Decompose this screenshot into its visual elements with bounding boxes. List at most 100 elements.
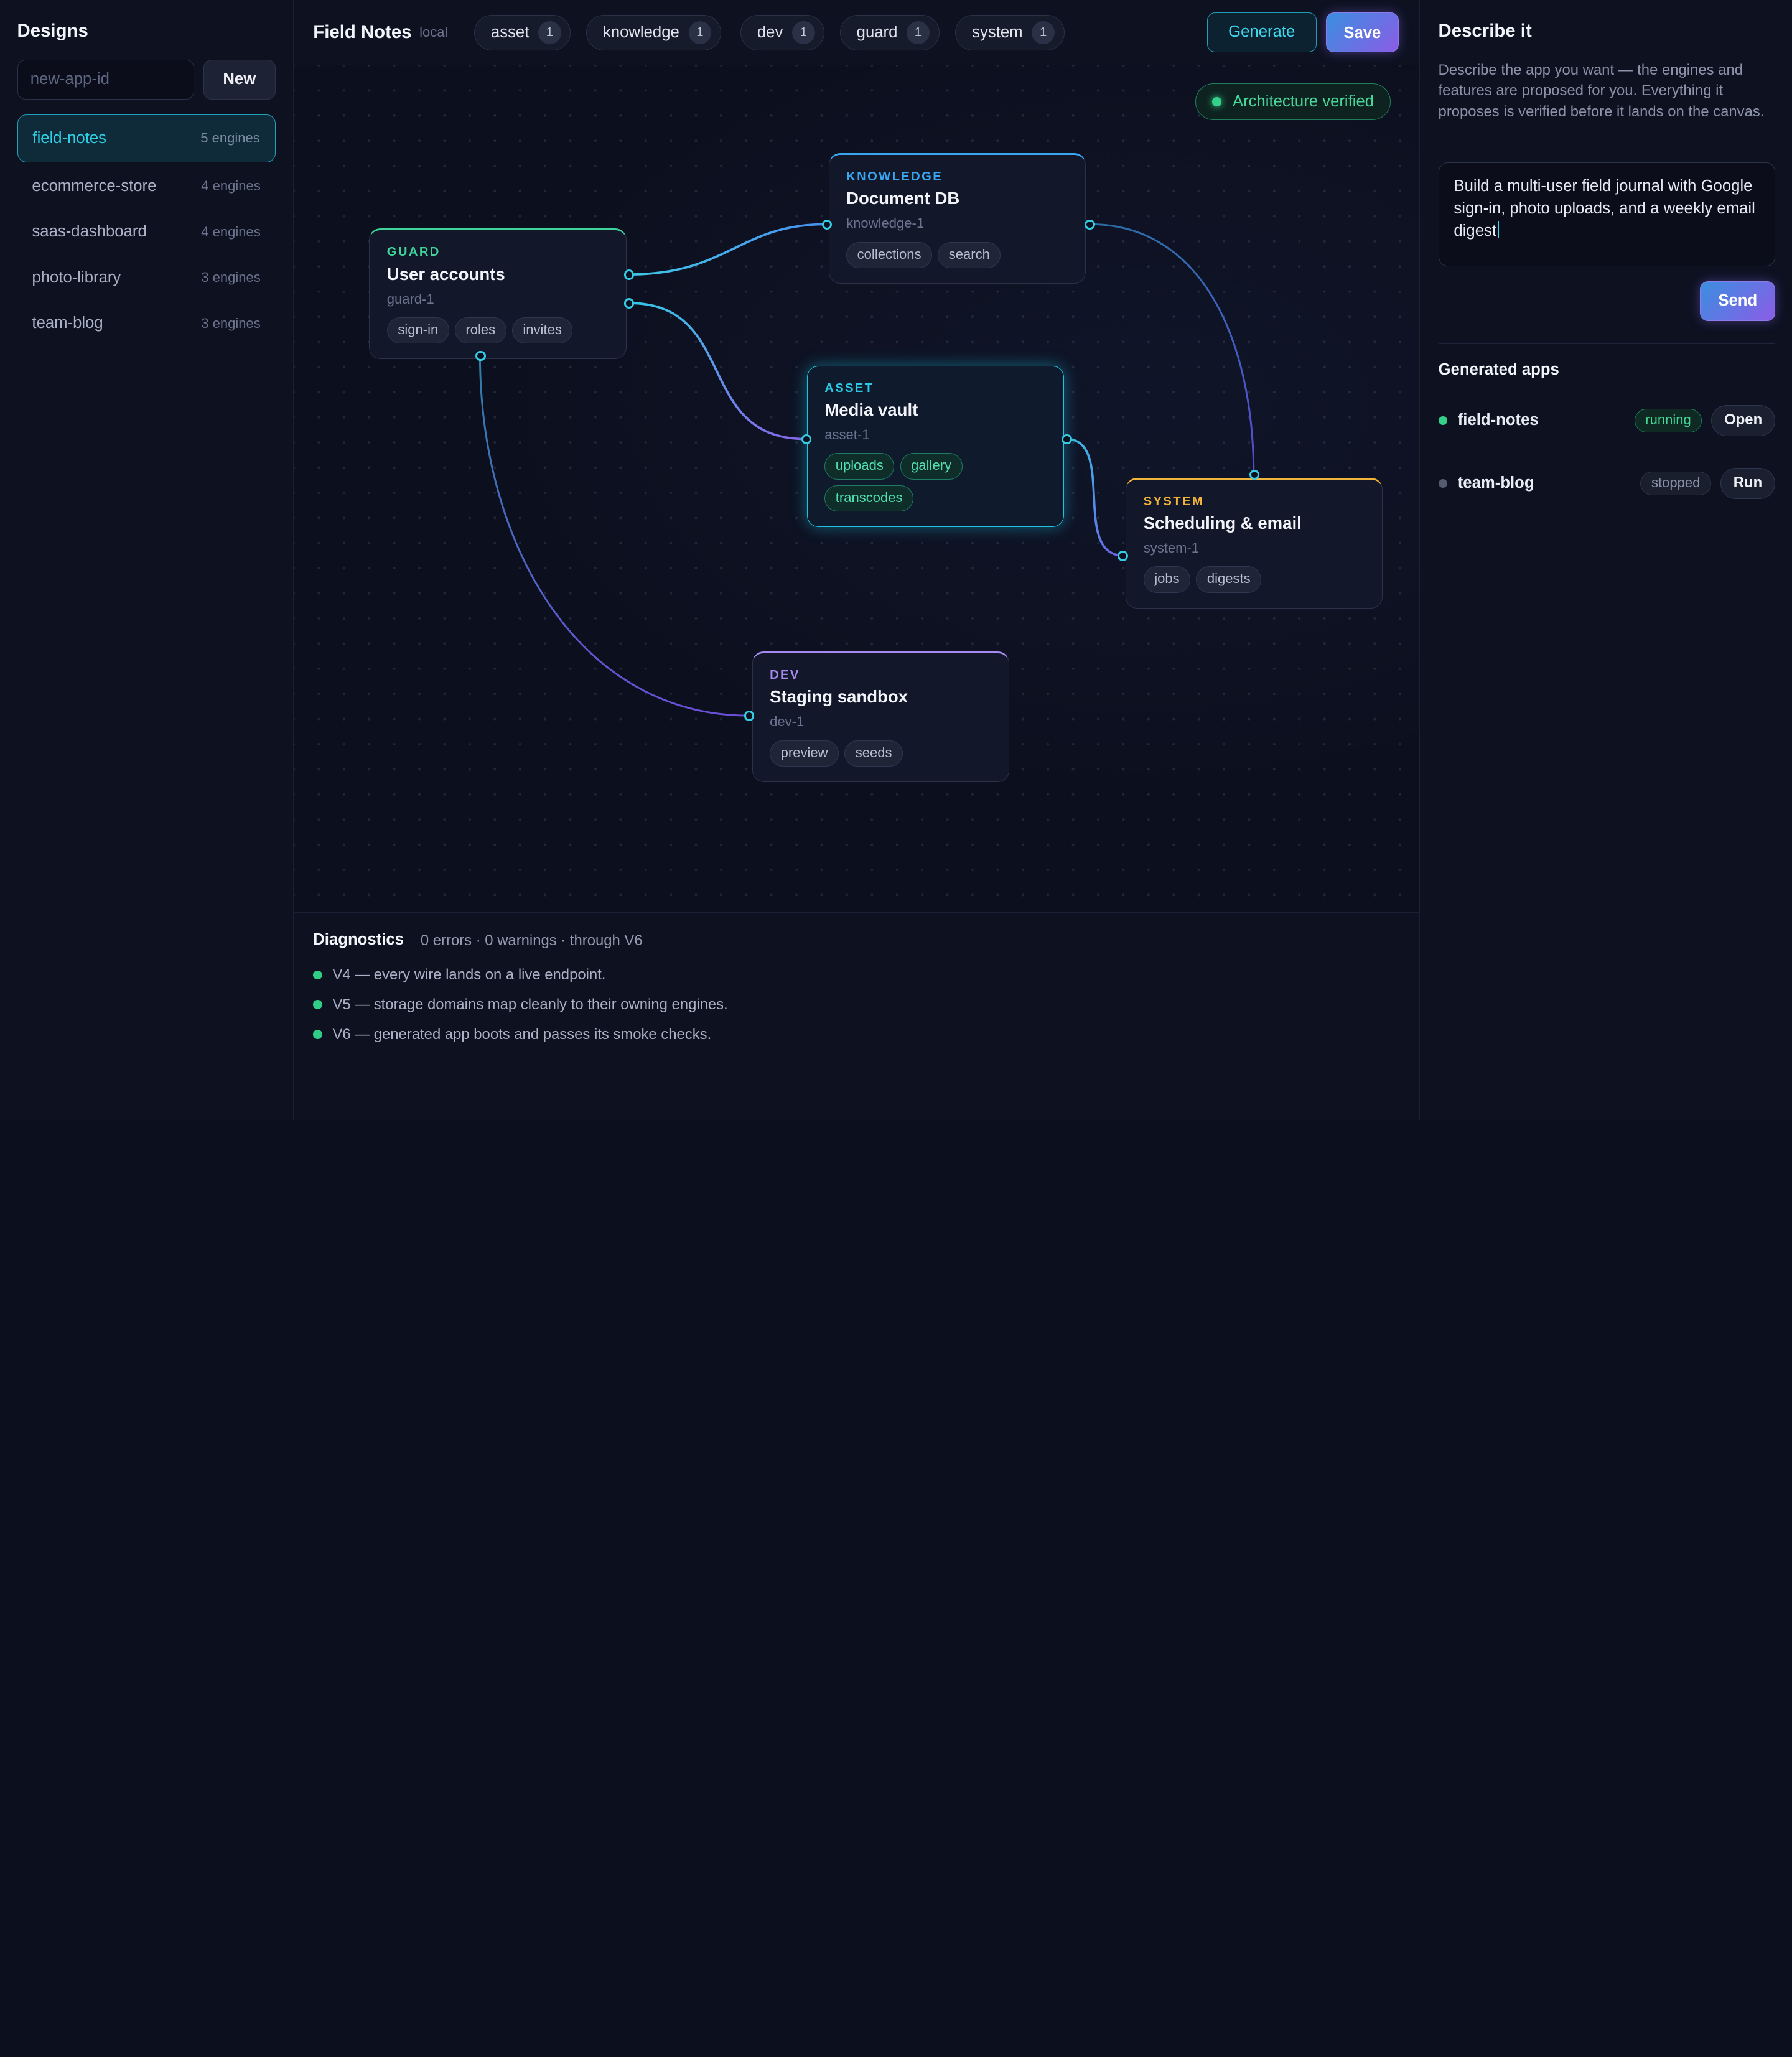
chip-count: 1: [688, 21, 712, 44]
design-item-ecommerce-store[interactable]: ecommerce-store 4 engines: [17, 162, 276, 210]
node-id: dev-1: [770, 714, 805, 730]
node-kind: SYSTEM: [1143, 494, 1205, 508]
run-app-button[interactable]: Run: [1720, 468, 1776, 499]
chip-label: system: [972, 23, 1023, 41]
design-name: field-notes: [32, 129, 107, 147]
engine-node-knowledge[interactable]: KNOWLEDGE Document DB knowledge-1 collec…: [828, 153, 1086, 284]
design-item-team-blog[interactable]: team-blog 3 engines: [17, 299, 276, 347]
pass-status-dot: [313, 1000, 322, 1010]
guard-output-port[interactable]: [623, 298, 635, 309]
feature-tag: collections: [846, 241, 933, 269]
canvas-toolbar: Field Notes local asset 1 knowledge 1 de…: [294, 0, 1420, 65]
system-input-port[interactable]: [1118, 551, 1128, 561]
asset-output-port[interactable]: [1062, 434, 1072, 445]
node-name: Document DB: [846, 189, 960, 208]
new-design-button[interactable]: New: [203, 59, 276, 100]
node-name: Media vault: [824, 399, 918, 419]
design-name: photo-library: [32, 268, 121, 286]
engine-chip-knowledge[interactable]: knowledge 1: [586, 14, 721, 50]
chip-label: guard: [856, 23, 898, 41]
engine-chip-guard[interactable]: guard 1: [839, 14, 940, 50]
feature-tag: jobs: [1143, 566, 1191, 593]
open-app-button[interactable]: Open: [1710, 405, 1776, 436]
feature-tag: digests: [1196, 566, 1262, 593]
node-kind: GUARD: [386, 245, 441, 259]
node-id: guard-1: [386, 291, 434, 307]
diagnostic-text: V4 — every wire lands on a live endpoint…: [332, 966, 606, 983]
stopped-status-dot: [1438, 478, 1448, 488]
guard-output-port[interactable]: [475, 350, 486, 361]
architecture-canvas[interactable]: Architecture verified GUARD User account…: [294, 65, 1420, 912]
diagnostics-title: Diagnostics: [313, 931, 404, 949]
engine-node-dev[interactable]: DEV Staging sandbox dev-1 preview seeds: [752, 651, 1009, 782]
design-engine-count: 4 engines: [201, 178, 261, 194]
diagnostic-text: V6 — generated app boots and passes its …: [332, 1025, 712, 1043]
design-name: team-blog: [32, 314, 103, 332]
diagnostics-panel: Diagnostics 0 errors · 0 warnings · thro…: [294, 912, 1420, 1120]
node-kind: DEV: [770, 668, 800, 682]
design-item-saas-dashboard[interactable]: saas-dashboard 4 engines: [17, 208, 276, 256]
text-caret: [1497, 220, 1499, 238]
design-engine-count: 5 engines: [200, 130, 260, 146]
engine-chip-system[interactable]: system 1: [955, 14, 1065, 50]
prompt-text: Build a multi-user field journal with Go…: [1454, 177, 1755, 240]
chip-count: 1: [1032, 21, 1055, 44]
chip-count: 1: [538, 21, 561, 44]
design-engine-count: 4 engines: [201, 223, 261, 240]
new-app-id-input[interactable]: [17, 59, 195, 100]
running-status-dot: [1438, 416, 1448, 426]
design-name: saas-dashboard: [32, 223, 147, 241]
verified-label: Architecture verified: [1232, 92, 1374, 110]
chip-label: asset: [490, 23, 530, 41]
engine-chip-dev[interactable]: dev 1: [740, 14, 825, 50]
dev-input-port[interactable]: [744, 711, 755, 721]
engine-node-asset[interactable]: ASSET Media vault asset-1 uploads galler…: [806, 365, 1064, 527]
node-features: jobs digests: [1143, 566, 1365, 593]
node-id: asset-1: [824, 426, 870, 442]
node-id: knowledge-1: [846, 215, 925, 231]
generated-app-name: field-notes: [1457, 411, 1539, 429]
node-features: uploads gallery transcodes: [824, 453, 996, 512]
pass-status-dot: [313, 1030, 322, 1039]
node-name: Staging sandbox: [770, 687, 908, 707]
node-kind: KNOWLEDGE: [846, 169, 943, 184]
wire-guard-to-knowledge: [628, 223, 826, 276]
feature-tag: transcodes: [824, 485, 914, 512]
chip-label: knowledge: [602, 23, 679, 41]
engine-chip-asset[interactable]: asset 1: [474, 14, 571, 50]
node-id: system-1: [1143, 539, 1200, 556]
generated-app-row: team-blog stopped Run: [1438, 467, 1776, 499]
knowledge-input-port[interactable]: [821, 219, 833, 230]
design-item-photo-library[interactable]: photo-library 3 engines: [17, 254, 276, 302]
feature-tag: uploads: [824, 453, 895, 480]
save-button[interactable]: Save: [1325, 12, 1399, 53]
diagnostic-item: V5 — storage domains map cleanly to thei…: [313, 996, 728, 1014]
prompt-textarea[interactable]: Build a multi-user field journal with Go…: [1438, 162, 1776, 266]
node-features: collections search: [846, 241, 1068, 269]
chip-label: dev: [757, 23, 783, 41]
node-name: User accounts: [386, 264, 505, 284]
diagnostic-item: V4 — every wire lands on a live endpoint…: [313, 966, 605, 984]
feature-tag: gallery: [900, 453, 963, 480]
node-features: preview seeds: [770, 740, 991, 767]
design-engine-count: 3 engines: [201, 315, 261, 331]
node-kind: ASSET: [824, 381, 874, 395]
wire-guard-to-dev: [478, 354, 749, 717]
engine-node-system[interactable]: SYSTEM Scheduling & email system-1 jobs …: [1126, 477, 1383, 609]
feature-tag: search: [938, 241, 1001, 269]
knowledge-output-port[interactable]: [1085, 219, 1095, 230]
generate-button[interactable]: Generate: [1206, 12, 1317, 53]
sidebar-title: Designs: [17, 21, 88, 42]
diagnostics-summary: 0 errors · 0 warnings · through V6: [420, 931, 643, 949]
generated-app-name: team-blog: [1457, 474, 1534, 492]
feature-tag: roles: [454, 317, 506, 344]
engine-node-guard[interactable]: GUARD User accounts guard-1 sign-in role…: [369, 228, 627, 360]
node-name: Scheduling & email: [1143, 513, 1302, 533]
designs-sidebar: Designs New field-notes 5 engines ecomme…: [0, 0, 294, 1120]
design-item-field-notes[interactable]: field-notes 5 engines: [17, 114, 276, 162]
design-engine-count: 3 engines: [201, 269, 261, 286]
send-button[interactable]: Send: [1700, 281, 1776, 322]
wire-knowledge-to-system: [1089, 223, 1255, 475]
describe-title: Describe it: [1438, 21, 1532, 42]
wire-asset-to-system: [1066, 437, 1124, 557]
